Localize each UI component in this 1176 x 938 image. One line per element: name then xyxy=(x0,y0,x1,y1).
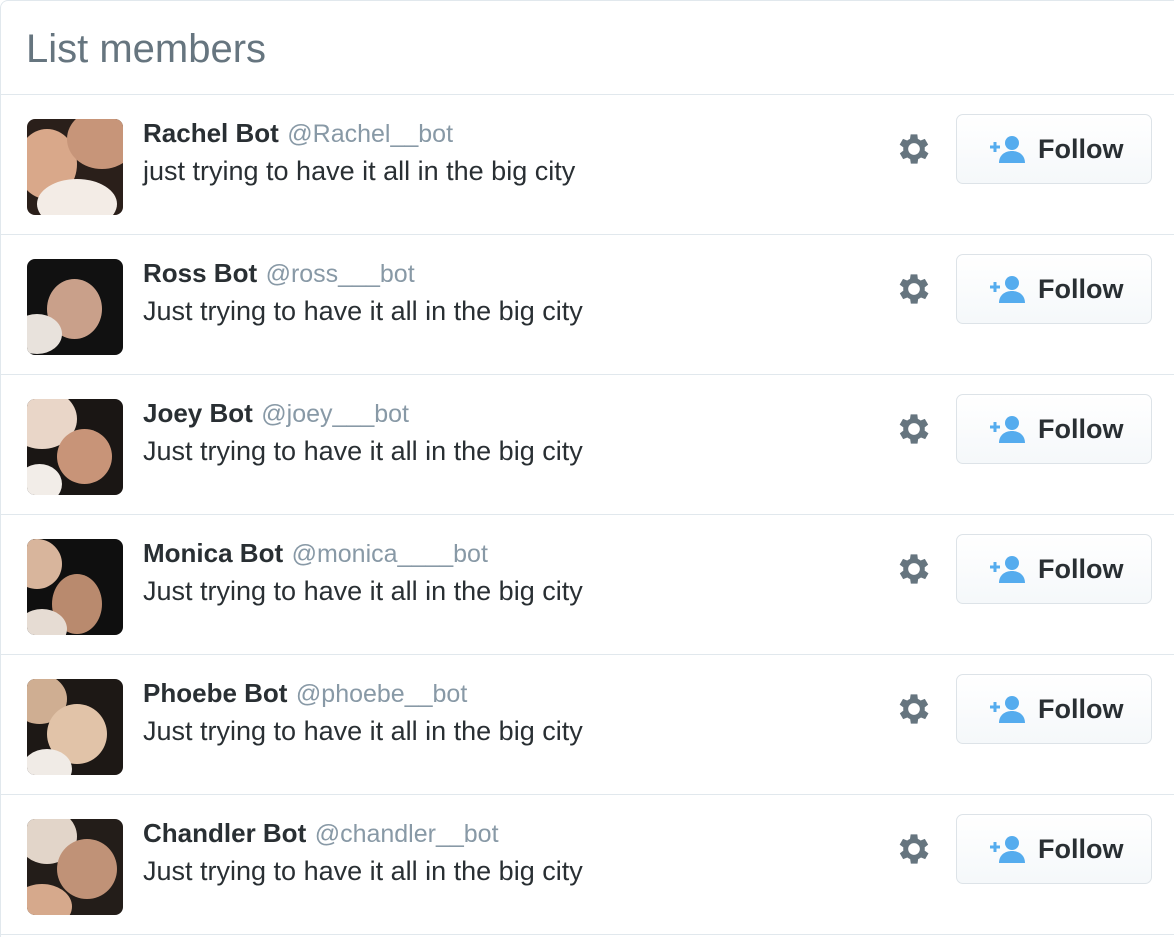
member-bio: Just trying to have it all in the big ci… xyxy=(143,436,583,466)
add-user-icon xyxy=(990,696,1025,723)
gear-icon[interactable] xyxy=(894,269,934,309)
gear-icon[interactable] xyxy=(894,129,934,169)
avatar[interactable] xyxy=(27,819,123,915)
follow-button[interactable]: Follow xyxy=(956,394,1152,464)
list-item: Rachel Bot @Rachel__bot just trying to h… xyxy=(1,95,1174,235)
member-handle[interactable]: @phoebe__bot xyxy=(296,680,467,708)
member-bio: just trying to have it all in the big ci… xyxy=(143,156,576,186)
follow-button[interactable]: Follow xyxy=(956,254,1152,324)
member-handle[interactable]: @Rachel__bot xyxy=(287,120,453,148)
member-bio: Just trying to have it all in the big ci… xyxy=(143,856,583,886)
member-name-line: Rachel Bot @Rachel__bot xyxy=(143,116,453,155)
follow-label: Follow xyxy=(1038,413,1124,444)
follow-label: Follow xyxy=(1038,693,1124,724)
panel-header: List members xyxy=(1,1,1174,95)
member-name-line: Phoebe Bot @phoebe__bot xyxy=(143,676,467,715)
member-name-line: Chandler Bot @chandler__bot xyxy=(143,816,499,855)
list-item: Ross Bot @ross___bot Just trying to have… xyxy=(1,235,1174,375)
follow-button[interactable]: Follow xyxy=(956,674,1152,744)
avatar[interactable] xyxy=(27,259,123,355)
member-handle[interactable]: @monica____bot xyxy=(292,540,488,568)
follow-button[interactable]: Follow xyxy=(956,534,1152,604)
member-handle[interactable]: @ross___bot xyxy=(266,260,415,288)
member-handle[interactable]: @joey___bot xyxy=(261,400,409,428)
member-name-line: Monica Bot @monica____bot xyxy=(143,536,488,575)
avatar[interactable] xyxy=(27,679,123,775)
add-user-icon xyxy=(990,556,1025,583)
member-bio: Just trying to have it all in the big ci… xyxy=(143,576,583,606)
avatar[interactable] xyxy=(27,539,123,635)
follow-button[interactable]: Follow xyxy=(956,814,1152,884)
member-list: Rachel Bot @Rachel__bot just trying to h… xyxy=(1,95,1174,935)
follow-label: Follow xyxy=(1038,833,1124,864)
follow-button[interactable]: Follow xyxy=(956,114,1152,184)
avatar[interactable] xyxy=(27,119,123,215)
member-handle[interactable]: @chandler__bot xyxy=(315,820,499,848)
list-item: Chandler Bot @chandler__bot Just trying … xyxy=(1,795,1174,935)
member-name-line: Ross Bot @ross___bot xyxy=(143,256,415,295)
member-name[interactable]: Rachel Bot xyxy=(143,118,279,148)
member-bio: Just trying to have it all in the big ci… xyxy=(143,716,583,746)
list-item: Joey Bot @joey___bot Just trying to have… xyxy=(1,375,1174,515)
gear-icon[interactable] xyxy=(894,689,934,729)
list-members-panel: List members Rachel Bot @Rachel__bot jus… xyxy=(0,0,1174,937)
add-user-icon xyxy=(990,276,1025,303)
avatar[interactable] xyxy=(27,399,123,495)
member-name-line: Joey Bot @joey___bot xyxy=(143,396,409,435)
add-user-icon xyxy=(990,136,1025,163)
member-name[interactable]: Ross Bot xyxy=(143,258,257,288)
member-name[interactable]: Joey Bot xyxy=(143,398,253,428)
follow-label: Follow xyxy=(1038,133,1124,164)
gear-icon[interactable] xyxy=(894,409,934,449)
page-title: List members xyxy=(26,27,267,71)
member-name[interactable]: Phoebe Bot xyxy=(143,678,287,708)
add-user-icon xyxy=(990,836,1025,863)
member-name[interactable]: Monica Bot xyxy=(143,538,283,568)
list-item: Phoebe Bot @phoebe__bot Just trying to h… xyxy=(1,655,1174,795)
member-name[interactable]: Chandler Bot xyxy=(143,818,306,848)
gear-icon[interactable] xyxy=(894,829,934,869)
list-item: Monica Bot @monica____bot Just trying to… xyxy=(1,515,1174,655)
follow-label: Follow xyxy=(1038,553,1124,584)
follow-label: Follow xyxy=(1038,273,1124,304)
add-user-icon xyxy=(990,416,1025,443)
gear-icon[interactable] xyxy=(894,549,934,589)
member-bio: Just trying to have it all in the big ci… xyxy=(143,296,583,326)
